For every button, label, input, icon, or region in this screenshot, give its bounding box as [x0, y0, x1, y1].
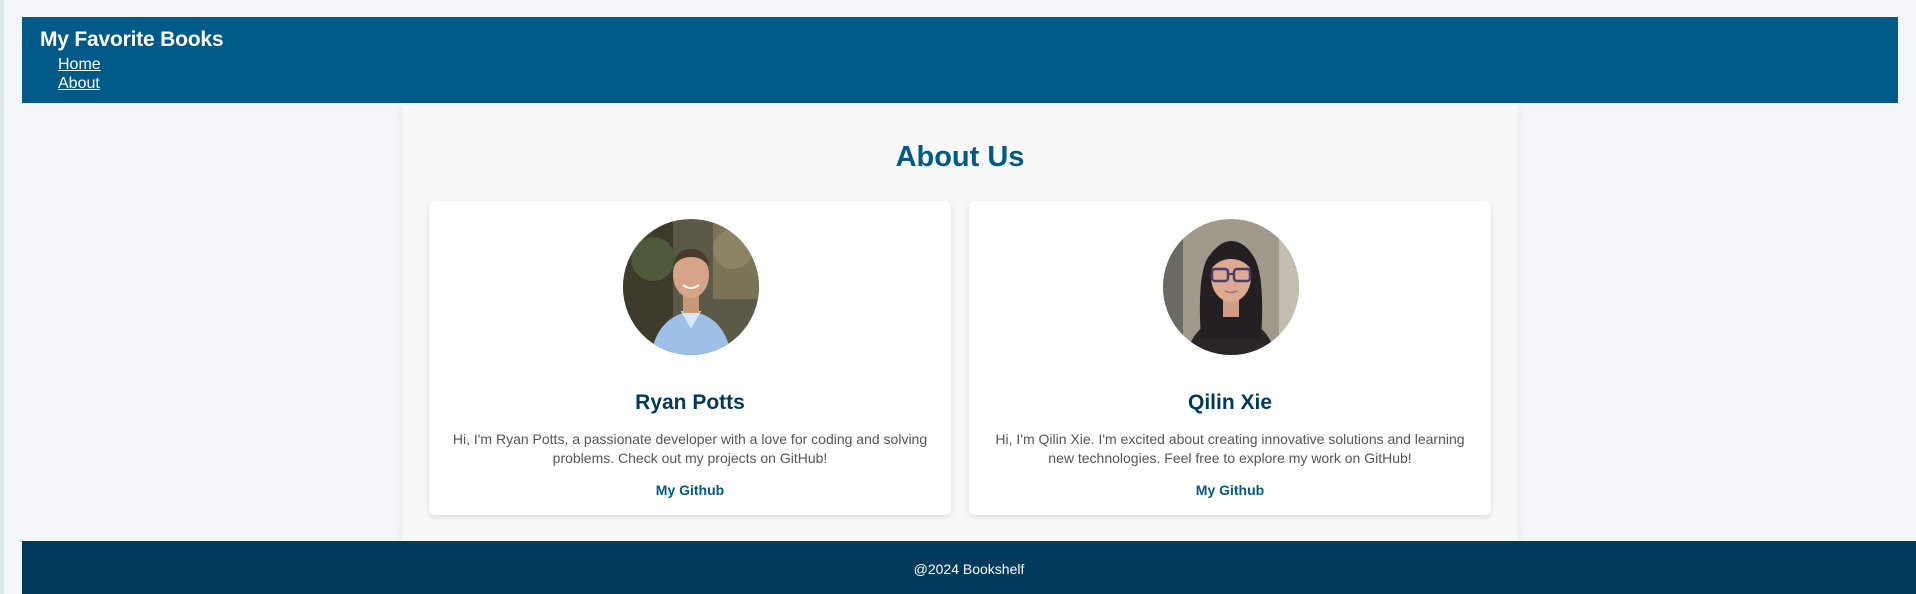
site-footer: @2024 Bookshelf [22, 541, 1916, 594]
nav-item-home: Home [58, 55, 1880, 74]
footer-text: @2024 Bookshelf [913, 561, 1025, 577]
site-header: My Favorite Books Home About [22, 17, 1898, 103]
profile-card-qilin: Qilin Xie Hi, I'm Qilin Xie. I'm excited… [969, 201, 1491, 515]
page-heading: About Us [895, 141, 1025, 173]
nav-link-home[interactable]: Home [58, 56, 101, 73]
profile-card-ryan: Ryan Potts Hi, I'm Ryan Potts, a passion… [429, 201, 951, 515]
avatar-ryan-image [623, 219, 759, 355]
main-nav: Home About [58, 55, 1880, 93]
about-section: About Us Ryan Potts Hi, I'm Ryan Potts, … [402, 103, 1518, 541]
person-bio: Hi, I'm Ryan Potts, a passionate develop… [452, 431, 928, 466]
site-title: My Favorite Books [40, 28, 224, 51]
github-link[interactable]: My Github [969, 481, 1491, 499]
left-edge-strip [0, 0, 4, 594]
avatar-qilin-image [1163, 219, 1299, 355]
avatar-photo [1163, 219, 1299, 355]
github-link[interactable]: My Github [429, 481, 951, 499]
person-bio: Hi, I'm Qilin Xie. I'm excited about cre… [995, 431, 1465, 466]
person-name: Ryan Potts [635, 391, 745, 414]
avatar-photo [623, 219, 759, 355]
nav-link-about[interactable]: About [58, 75, 100, 92]
person-name: Qilin Xie [1187, 391, 1273, 414]
nav-item-about: About [58, 74, 1880, 93]
